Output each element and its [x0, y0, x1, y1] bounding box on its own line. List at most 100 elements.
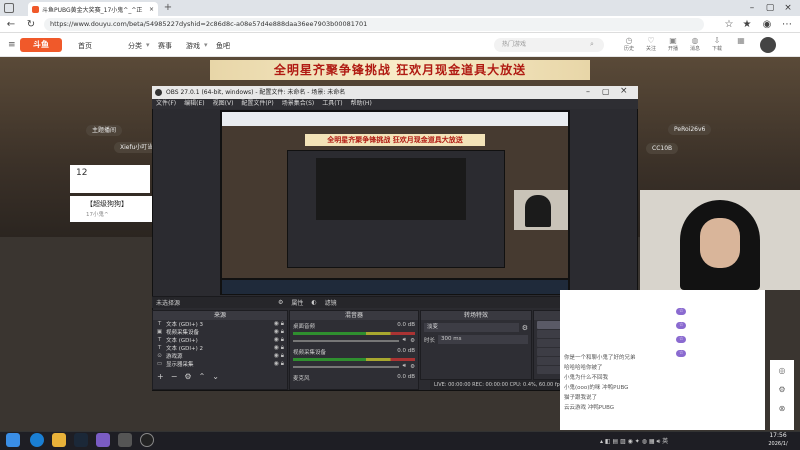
visibility-eye-icon[interactable]: ◉ 🔒︎ — [274, 352, 287, 360]
favorite-star-icon[interactable]: ☆ — [722, 18, 736, 31]
banner-chip[interactable]: CC10B — [646, 143, 679, 154]
settings-gear-icon[interactable]: ⚙ — [770, 385, 794, 394]
profile-icon[interactable]: ◉ — [760, 18, 774, 31]
nav-category[interactable]: 分类 — [128, 41, 142, 51]
close-window-icon[interactable]: × — [780, 2, 796, 14]
chat-panel: 你是一个和聊小鬼了好的兄弟 哈哈哈哈你被了 小鬼为什么不回我 小鬼(ooo)的咪… — [560, 290, 765, 430]
douyu-logo[interactable]: 斗鱼 — [20, 38, 62, 52]
chat-badge: ☆ — [676, 320, 687, 329]
mixer-channel: 视频采集设备 0.0 dB 🔊︎ ⚙ — [293, 348, 415, 370]
avatar[interactable] — [760, 37, 776, 53]
transitions-title: 转场特效 — [421, 311, 531, 320]
explorer-icon[interactable] — [52, 433, 66, 447]
banner-chip[interactable]: PeRoi26v6 — [668, 124, 712, 135]
transition-select[interactable]: 淡变 — [424, 323, 519, 332]
search-icon[interactable]: ⌕ — [590, 40, 594, 49]
visibility-eye-icon[interactable]: ◉ 🔒︎ — [274, 328, 287, 336]
banner-chip[interactable]: 主题播间 — [86, 125, 123, 136]
steam-icon[interactable] — [74, 433, 88, 447]
transitions-dock: 转场特效 淡变 ⚙ 时长 300 ms — [420, 310, 532, 380]
volume-slider[interactable] — [293, 365, 399, 368]
filters-button[interactable]: 滤镜 — [325, 298, 337, 307]
streamer-card[interactable]: 【超级狗狗】 17小鬼^ — [70, 196, 152, 222]
source-item[interactable]: ▣ 视频采集设备 ◉ 🔒︎ — [153, 328, 287, 336]
obs-minimize-icon[interactable]: – — [586, 87, 590, 96]
transition-gear-icon[interactable]: ⚙ — [522, 324, 528, 332]
app-icon[interactable] — [96, 433, 110, 447]
obs-menu-scene-collection[interactable]: 场景集合(S) — [282, 99, 315, 109]
speaker-icon[interactable]: 🔊︎ — [403, 337, 406, 344]
remove-source-icon[interactable]: − — [171, 372, 178, 381]
duration-input[interactable]: 300 ms — [438, 335, 528, 344]
obs-menu-edit[interactable]: 编辑(E) — [184, 99, 204, 109]
download-button[interactable]: ⇩ 下载 — [706, 36, 728, 52]
site-search-input[interactable]: 热门游戏 — [494, 38, 604, 52]
url-input[interactable]: https://www.douyu.com/beta/54985227dyshi… — [44, 18, 704, 31]
nav-fishbar[interactable]: 鱼吧 — [216, 41, 230, 51]
source-item[interactable]: ⊙ 游戏源 ◉ 🔒︎ — [153, 352, 287, 360]
obs-close-icon[interactable]: × — [620, 86, 628, 96]
tab-actions-icon[interactable] — [4, 3, 14, 13]
mixer-channel: 麦克风 0.0 dB — [293, 374, 415, 382]
taskbar-clock[interactable]: 17:56 2026/1/ — [758, 432, 798, 448]
collections-icon[interactable]: ★ — [740, 18, 754, 31]
obs-menu-tools[interactable]: 工具(T) — [322, 99, 342, 109]
site-menu-icon[interactable]: ≡ — [8, 40, 16, 50]
source-item[interactable]: T 文本 (GDI+) 2 ◉ 🔒︎ — [153, 344, 287, 352]
more-button[interactable]: ▦ — [730, 36, 752, 45]
chat-message: 你是一个和聊小鬼了好的兄弟 — [564, 355, 636, 361]
mixer-dock: 混音器 桌面音频 0.0 dB 🔊︎ ⚙ 视频采集设备 0.0 dB 🔊︎ ⚙ 麦克风 0… — [289, 310, 419, 390]
history-button[interactable]: ◷ 历史 — [618, 36, 640, 52]
right-rail: ◎ ⚙ ⊗ — [770, 360, 794, 430]
channel-gear-icon[interactable]: ⚙ — [410, 364, 415, 370]
edge-icon[interactable] — [30, 433, 44, 447]
room-info-panel: 12 — [70, 165, 150, 193]
obs-taskbar-icon[interactable] — [140, 433, 154, 447]
visibility-eye-icon[interactable]: ◉ 🔒︎ — [274, 344, 287, 352]
new-tab-icon[interactable]: + — [162, 2, 174, 14]
back-icon[interactable]: ← — [4, 18, 18, 31]
obs-menu-view[interactable]: 视图(V) — [213, 99, 234, 109]
history-icon: ◷ — [625, 36, 633, 45]
preview-webcam-person — [525, 195, 551, 227]
streamer-name: 【超级狗狗】 — [86, 200, 128, 208]
source-item[interactable]: ▭ 显示器采集 ◉ 🔒︎ — [153, 360, 287, 368]
obs-maximize-icon[interactable]: ▢ — [602, 87, 610, 96]
chat-settings-icon[interactable]: ◎ — [770, 366, 794, 375]
visibility-eye-icon[interactable]: ◉ 🔒︎ — [274, 320, 287, 328]
source-item[interactable]: T 文本 (GDI+) ◉ 🔒︎ — [153, 336, 287, 344]
tab-close-icon[interactable]: × — [149, 6, 154, 13]
add-source-icon[interactable]: + — [157, 372, 164, 381]
channel-gear-icon[interactable]: ⚙ — [410, 338, 415, 344]
chat-message: 小鬼(ooo)的咪 冲鸭PUBG — [564, 385, 629, 391]
volume-slider[interactable] — [293, 339, 399, 342]
nav-events[interactable]: 赛事 — [158, 41, 172, 51]
speaker-icon[interactable]: 🔊︎ — [403, 363, 406, 370]
start-live-button[interactable]: ▣ 开播 — [662, 36, 684, 52]
reload-icon[interactable]: ↻ — [24, 18, 38, 31]
windows-start-icon[interactable] — [6, 433, 20, 447]
browser-tab[interactable]: 斗鱼PUBG黄金大奖赛_17小鬼^_^正 × — [28, 2, 158, 16]
douyu-favicon-icon — [32, 5, 39, 13]
move-down-icon[interactable]: ⌄ — [212, 372, 219, 381]
nav-home[interactable]: 首页 — [78, 41, 92, 51]
obs-menu-file[interactable]: 文件(F) — [156, 99, 176, 109]
move-up-icon[interactable]: ⌃ — [199, 372, 206, 381]
properties-button[interactable]: 属性 — [291, 298, 303, 307]
source-settings-icon[interactable]: ⚙ — [184, 372, 191, 381]
text-source-icon: T — [157, 321, 162, 327]
messages-button[interactable]: ◍ 消息 — [684, 36, 706, 52]
maximize-icon[interactable]: ▢ — [762, 2, 778, 14]
browser-menu-icon[interactable]: ⋯ — [780, 18, 794, 31]
app-icon[interactable] — [118, 433, 132, 447]
collapse-icon[interactable]: ⊗ — [770, 404, 794, 413]
obs-menu-help[interactable]: 帮助(H) — [351, 99, 372, 109]
source-item[interactable]: T 文本 (GDI+) 3 ◉ 🔒︎ — [153, 320, 287, 328]
nav-games[interactable]: 游戏 — [186, 41, 200, 51]
tray-icons[interactable]: ▴ ◧ ▤ ▨ ◉ ✦ ◍ ▦ 🔊︎ 英 — [600, 436, 668, 446]
visibility-eye-icon[interactable]: ◉ 🔒︎ — [274, 336, 287, 344]
minimize-icon[interactable]: – — [744, 2, 760, 14]
obs-menu-profile[interactable]: 配置文件(P) — [241, 99, 273, 109]
visibility-eye-icon[interactable]: ◉ 🔒︎ — [274, 360, 287, 368]
follow-button[interactable]: ♡ 关注 — [640, 36, 662, 52]
